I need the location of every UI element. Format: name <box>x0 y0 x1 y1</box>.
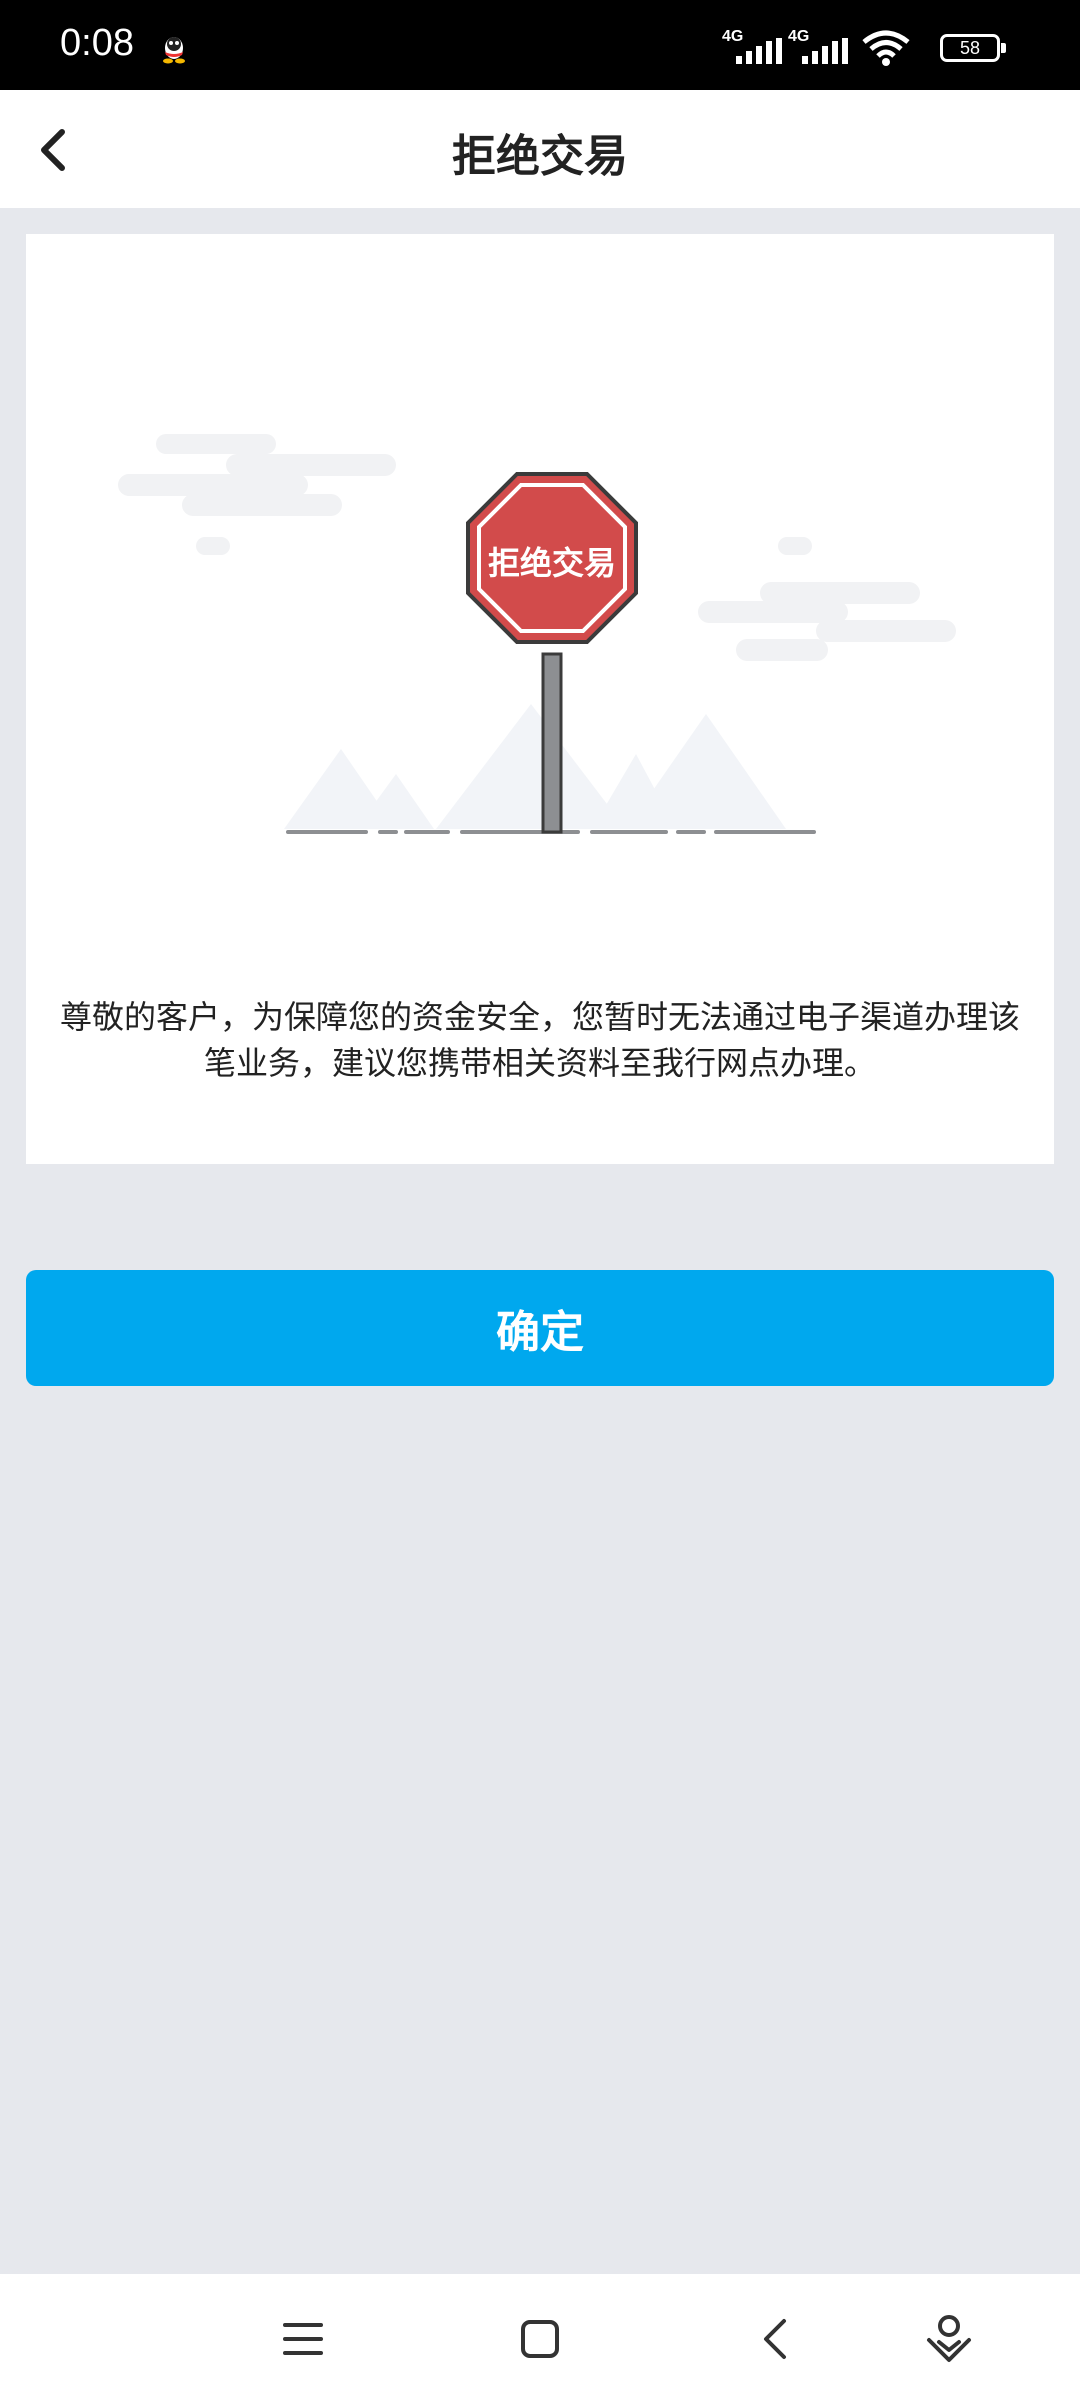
assistant-button[interactable] <box>914 2304 984 2374</box>
battery-icon: 58 <box>940 34 1006 62</box>
back-icon <box>764 2319 786 2359</box>
menu-icon <box>283 2323 323 2355</box>
cloud-right <box>698 537 956 661</box>
signal-icon <box>736 38 782 64</box>
menu-button[interactable] <box>268 2304 338 2374</box>
qq-icon <box>163 37 185 64</box>
signal-icon <box>802 38 848 64</box>
page-title: 拒绝交易 <box>452 131 628 182</box>
home-button[interactable] <box>505 2304 575 2374</box>
confirm-button[interactable]: 确定 <box>26 1270 1054 1386</box>
stop-sign-illustration: 拒绝交易 <box>118 434 956 834</box>
app-header: 拒绝交易 <box>0 90 1080 208</box>
nav-back-button[interactable] <box>740 2304 810 2374</box>
status-time: 0:08 <box>60 22 134 64</box>
sign-pole <box>541 652 563 834</box>
system-nav-bar <box>0 2274 1080 2400</box>
status-bar: 0:08 4G 4G 58 <box>0 0 1080 90</box>
assistant-icon <box>927 2315 971 2362</box>
sign-text: 拒绝交易 <box>488 544 616 582</box>
home-icon <box>521 2320 559 2358</box>
cloud-left <box>118 434 396 555</box>
mountains <box>284 704 786 829</box>
rejection-message: 尊敬的客户，为保障您的资金安全，您暂时无法通过电子渠道办理该笔业务，建议您携带相… <box>59 998 1020 1082</box>
result-card: 拒绝交易 尊敬的客户，为保障您的资金安全，您暂时无法通过电子渠道办理该笔业务，建… <box>26 234 1054 1164</box>
battery-level: 58 <box>959 38 981 58</box>
wifi-icon <box>862 30 910 66</box>
